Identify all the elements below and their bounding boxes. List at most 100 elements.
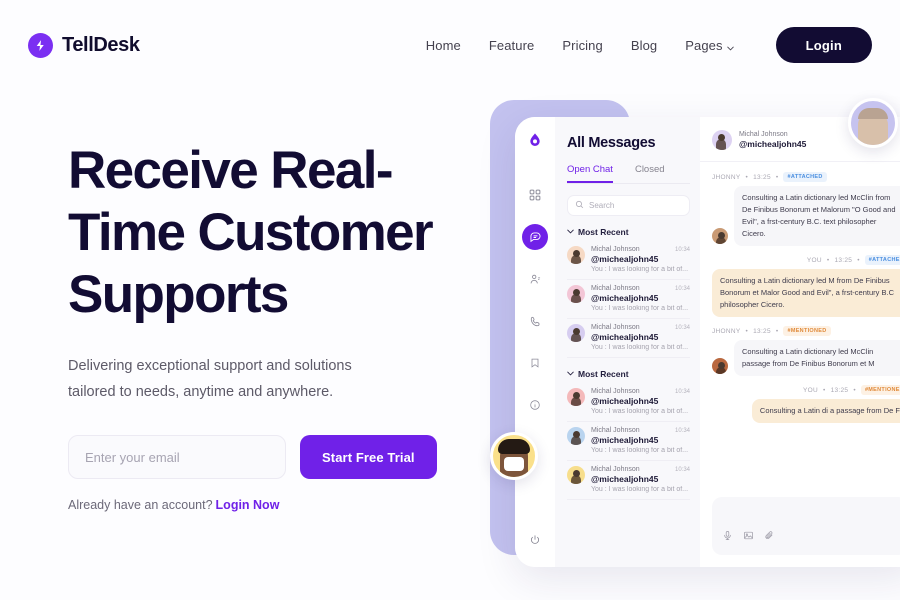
list-item-preview: You : I was looking for a bit of... <box>591 305 689 312</box>
message-bubble: Consulting a Latin di a passage from De … <box>751 399 900 423</box>
list-item[interactable]: Michal Johnson 10:34 @michealjohn45 You … <box>567 319 690 358</box>
group-header-most-recent-1[interactable]: Most Recent <box>567 227 690 237</box>
hero-title-line-2: Time Customer <box>68 203 434 262</box>
message-meta: YOU • 13:25 • #MENTIONED <box>712 385 900 395</box>
chat-header-handle: @michealjohn45 <box>739 139 807 149</box>
avatar-hair <box>498 439 530 454</box>
nav-link-pages-label: Pages <box>685 37 723 53</box>
list-item-name: Michal Johnson <box>591 324 640 331</box>
list-item-preview: You : I was looking for a bit of... <box>591 486 689 493</box>
nav-link-pricing[interactable]: Pricing <box>562 38 602 53</box>
info-icon[interactable] <box>522 392 548 418</box>
message-time: 13:25 <box>753 173 771 181</box>
list-item-handle: @michealjohn45 <box>591 474 659 484</box>
list-item-preview: You : I was looking for a bit of... <box>591 266 689 273</box>
tab-closed[interactable]: Closed <box>635 164 665 183</box>
list-item-name: Michal Johnson <box>591 388 640 395</box>
mockup-message-list: All Messages Open Chat Closed Search Mos… <box>555 117 700 567</box>
status-badge: #ATTACHED <box>783 172 827 182</box>
message-sender: JHONNY <box>712 173 741 181</box>
brand-logo[interactable]: TellDesk <box>28 32 140 58</box>
message-bubble: Consulting a Latin dictionary led McClin… <box>734 340 900 376</box>
group-header-most-recent-2[interactable]: Most Recent <box>567 369 690 379</box>
microphone-icon[interactable] <box>722 528 733 546</box>
list-item-preview: You : I was looking for a bit of... <box>591 447 689 454</box>
page-title: Receive Real- Time Customer Supports <box>66 140 488 328</box>
avatar <box>567 324 585 342</box>
login-button[interactable]: Login <box>775 27 872 63</box>
brand-name: TellDesk <box>62 33 140 56</box>
start-free-trial-button[interactable]: Start Free Trial <box>300 435 437 479</box>
list-item-time: 10:34 <box>674 324 690 331</box>
avatar <box>712 358 728 374</box>
list-item-time: 10:34 <box>674 246 690 253</box>
status-badge: #MENTIONED <box>860 385 900 395</box>
login-now-link[interactable]: Login Now <box>216 498 280 512</box>
email-field[interactable] <box>68 435 286 479</box>
nav-link-feature[interactable]: Feature <box>489 38 535 53</box>
image-icon[interactable] <box>743 528 754 546</box>
hero-subtitle: Delivering exceptional support and solut… <box>68 353 378 405</box>
phone-icon[interactable] <box>522 308 548 334</box>
chat-message: YOU • 13:25 • #ATTACHED Consulting a Lat… <box>712 255 900 317</box>
message-dot: • <box>745 173 749 181</box>
mockup-sidebar <box>515 117 555 567</box>
power-icon[interactable] <box>522 527 548 553</box>
message-bubble: Consulting a Latin dictionary led McClin… <box>734 186 900 246</box>
list-item-name: Michal Johnson <box>591 285 640 292</box>
hero-title-line-1: Receive Real- <box>68 141 394 200</box>
list-item[interactable]: Michal Johnson 10:34 @michealjohn45 You … <box>567 422 690 461</box>
chat-bubble-icon[interactable] <box>522 224 548 250</box>
list-item-handle: @michealjohn45 <box>591 293 659 303</box>
avatar-hair <box>858 108 888 119</box>
message-dot: • <box>826 256 830 264</box>
grid-dashboard-icon[interactable] <box>522 182 548 208</box>
bookmark-icon[interactable] <box>522 350 548 376</box>
message-row: Consulting a Latin dictionary led McClin… <box>712 336 900 376</box>
avatar <box>848 98 898 148</box>
group-label: Most Recent <box>578 227 629 237</box>
message-sender: JHONNY <box>712 327 741 335</box>
message-bubble: Consulting a Latin dictionary led M from… <box>712 269 900 317</box>
list-item[interactable]: Michal Johnson 10:34 @michealjohn45 You … <box>567 461 690 500</box>
list-item[interactable]: Michal Johnson 10:34 @michealjohn45 You … <box>567 383 690 422</box>
message-meta: YOU • 13:25 • #ATTACHED <box>712 255 900 265</box>
list-item[interactable]: Michal Johnson 10:34 @michealjohn45 You … <box>567 280 690 319</box>
paperclip-icon[interactable] <box>764 528 775 546</box>
nav-link-pages[interactable]: Pages <box>685 37 734 53</box>
navbar: TellDesk Home Feature Pricing Blog Pages… <box>0 0 900 90</box>
signup-form: Start Free Trial <box>68 435 488 479</box>
chat-messages: JHONNY • 13:25 • #ATTACHED Consulting a … <box>700 162 900 497</box>
avatar <box>712 130 732 150</box>
app-mockup: All Messages Open Chat Closed Search Mos… <box>490 95 900 595</box>
avatar <box>567 388 585 406</box>
search-placeholder: Search <box>589 201 615 210</box>
mockup-chat-panel: Michal Johnson @michealjohn45 JHONNY • 1… <box>700 117 900 567</box>
chevron-down-icon <box>567 227 574 237</box>
status-badge: #MENTIONED <box>783 326 831 336</box>
nav-link-home[interactable]: Home <box>426 38 461 53</box>
chat-message: YOU • 13:25 • #MENTIONED Consulting a La… <box>712 385 900 423</box>
search-input[interactable]: Search <box>567 195 690 216</box>
chat-message: JHONNY • 13:25 • #ATTACHED Consulting a … <box>712 172 900 246</box>
message-row: Consulting a Latin dictionary led McClin… <box>712 182 900 246</box>
hero-title-line-3: Supports <box>66 265 294 328</box>
avatar <box>567 285 585 303</box>
list-item-name: Michal Johnson <box>591 427 640 434</box>
mockup-tabs: Open Chat Closed <box>567 164 690 184</box>
message-sender: YOU <box>806 256 822 264</box>
message-dot: • <box>823 386 826 394</box>
mockup-list-title: All Messages <box>567 135 656 151</box>
chat-compose-bar[interactable] <box>712 497 900 555</box>
message-meta: JHONNY • 13:25 • #ATTACHED <box>712 172 900 182</box>
list-item-name: Michal Johnson <box>591 246 640 253</box>
nav-link-feature-label: Feature <box>488 37 535 53</box>
message-dot: • <box>853 386 856 394</box>
list-item-preview: You : I was looking for a bit of... <box>591 408 689 415</box>
list-item[interactable]: Michal Johnson 10:34 @michealjohn45 You … <box>567 241 690 280</box>
search-icon <box>575 200 584 211</box>
tab-open-chat[interactable]: Open Chat <box>567 164 613 183</box>
contacts-icon[interactable] <box>522 266 548 292</box>
nav-link-blog[interactable]: Blog <box>631 38 657 53</box>
status-badge: #ATTACHED <box>864 255 900 265</box>
